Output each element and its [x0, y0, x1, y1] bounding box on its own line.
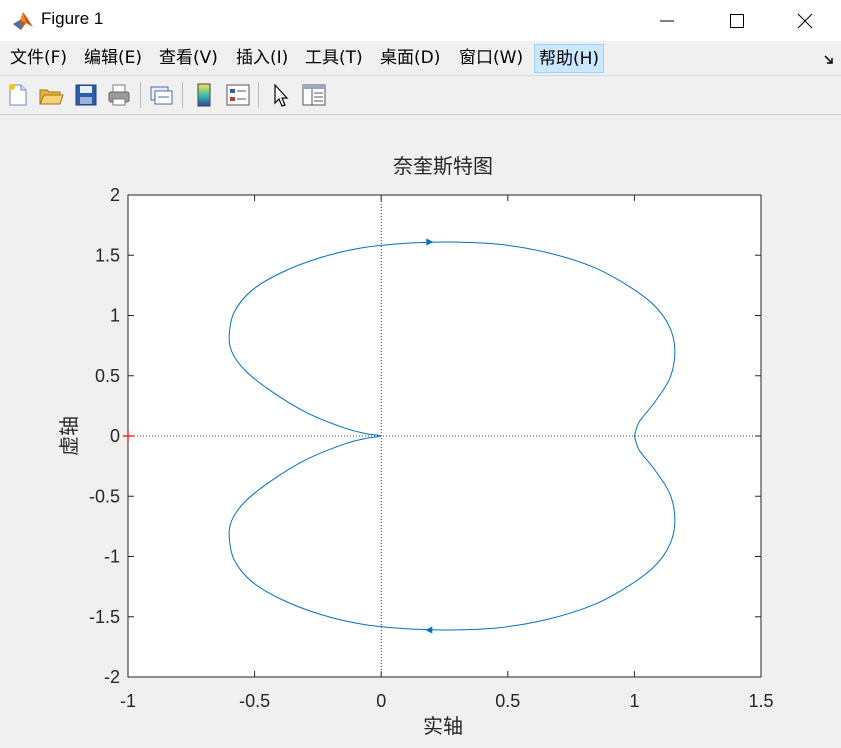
y-tick-label: 0.5 [95, 366, 120, 386]
open-file-icon[interactable] [37, 81, 65, 109]
y-axis-label: 虚轴 [57, 416, 81, 456]
x-tick-label: 0 [376, 691, 386, 711]
y-tick-label: 1.5 [95, 245, 120, 265]
window-title: Figure 1 [41, 9, 104, 28]
plot-area[interactable] [127, 194, 762, 678]
legend-icon[interactable] [224, 81, 252, 109]
x-axis-label: 实轴 [423, 714, 463, 738]
y-tick-label: -1.5 [89, 607, 120, 627]
menu-view[interactable]: 查看(V) [155, 44, 222, 73]
x-tick-label: -1 [120, 691, 136, 711]
maximize-icon [730, 14, 744, 28]
chart-title: 奈奎斯特图 [393, 154, 493, 178]
close-button[interactable] [769, 0, 841, 41]
link-plot-icon[interactable] [147, 81, 175, 109]
menu-desktop[interactable]: 桌面(D) [376, 44, 444, 73]
minimize-button[interactable] [631, 0, 703, 41]
menu-file[interactable]: 文件(F) [6, 44, 71, 73]
toolbar-separator [182, 82, 183, 108]
menu-insert[interactable]: 插入(I) [232, 44, 292, 73]
y-tick-labels: -2 -1.5 -1 -0.5 0 0.5 1 1.5 2 [89, 185, 120, 687]
y-tick-label: 2 [110, 185, 120, 205]
x-tick-label: 0.5 [495, 691, 520, 711]
menu-bar: 文件(F) 编辑(E) 查看(V) 插入(I) 工具(T) 桌面(D) 窗口(W… [0, 41, 841, 76]
y-tick-label: -1 [104, 547, 120, 567]
x-tick-label: -0.5 [239, 691, 270, 711]
toolbar-separator [258, 82, 259, 108]
minimize-icon [660, 20, 674, 22]
y-tick-label: 0 [110, 426, 120, 446]
toolbar [0, 76, 841, 115]
toolbar-separator [140, 82, 141, 108]
y-tick-label: -2 [104, 667, 120, 687]
y-tick-label: 1 [110, 306, 120, 326]
x-tick-labels: -1 -0.5 0 0.5 1 1.5 [120, 691, 774, 711]
nyquist-chart[interactable]: 奈奎斯特图 -1 -0.5 0 0.5 1 1.5 -2 -1.5 -1 -0.5 0 0.5 1 1.… [0, 115, 841, 748]
new-figure-icon[interactable] [4, 81, 32, 109]
property-editor-icon[interactable] [300, 81, 328, 109]
save-icon[interactable] [72, 81, 100, 109]
y-tick-label: -0.5 [89, 486, 120, 506]
colorbar-icon[interactable] [190, 81, 218, 109]
menu-help[interactable]: 帮助(H) [534, 44, 605, 73]
figure-canvas: 奈奎斯特图 -1 -0.5 0 0.5 1 1.5 -2 -1.5 -1 -0.5 0 0.5 1 1.… [0, 115, 841, 748]
close-icon [797, 13, 813, 29]
print-icon[interactable] [105, 81, 133, 109]
maximize-button[interactable] [701, 0, 773, 41]
title-bar: Figure 1 [0, 0, 841, 41]
dock-arrow-icon[interactable] [823, 54, 835, 66]
menu-tools[interactable]: 工具(T) [301, 44, 367, 73]
matlab-logo-icon [13, 12, 33, 30]
x-tick-label: 1 [629, 691, 639, 711]
pointer-icon[interactable] [266, 81, 294, 109]
x-tick-label: 1.5 [748, 691, 773, 711]
menu-window[interactable]: 窗口(W) [455, 44, 527, 73]
menu-edit[interactable]: 编辑(E) [80, 44, 146, 73]
